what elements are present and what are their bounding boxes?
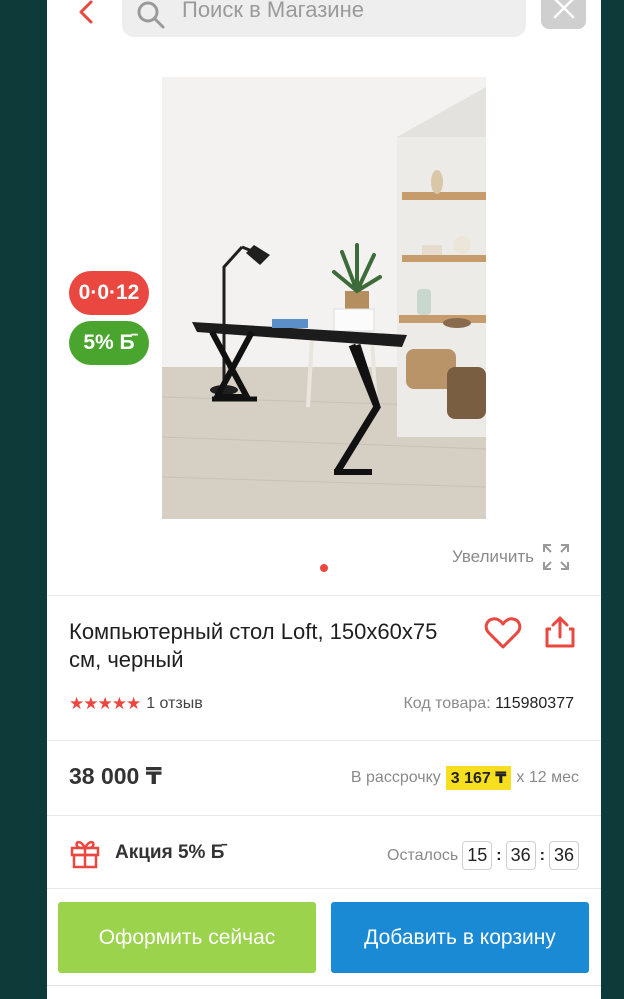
search-input[interactable]: Поиск в Магазине — [122, 0, 526, 37]
timer-hours: 15 — [462, 841, 493, 870]
timer-separator: : — [539, 846, 545, 864]
share-icon — [545, 616, 575, 648]
close-button[interactable] — [541, 0, 586, 29]
share-button[interactable] — [543, 615, 577, 649]
rating-row[interactable]: ★★★★★ 1 отзыв — [69, 694, 203, 714]
search-icon — [137, 1, 165, 29]
product-title: Компьютерный стол Loft, 150x60x75 см, че… — [69, 619, 438, 672]
product-code: Код товара: 115980377 — [403, 695, 574, 713]
chevron-left-icon — [79, 0, 93, 24]
sku-value: 115980377 — [495, 695, 574, 712]
carousel-indicator[interactable] — [320, 564, 328, 572]
reviews-link[interactable]: 1 отзыв — [146, 695, 203, 713]
installment-badge: 0·0·12 — [69, 271, 149, 315]
installment-prefix: В рассрочку — [350, 769, 441, 786]
timer-separator: : — [496, 846, 502, 864]
rating-stars: ★★★★★ — [69, 694, 141, 713]
add-to-cart-button[interactable]: Добавить в корзину — [331, 902, 589, 973]
countdown-timer: Осталось 15 : 36 : 36 — [387, 841, 579, 870]
zoom-label: Увеличить — [452, 547, 534, 566]
divider — [47, 740, 601, 741]
close-icon — [553, 0, 574, 18]
expand-icon — [543, 544, 569, 570]
product-image[interactable] — [162, 77, 486, 519]
bonus-badge: 5% Б̄ — [69, 321, 149, 365]
sku-label: Код товара: — [403, 695, 491, 712]
installment-info[interactable]: В рассрочку 3 167 ₸ x 12 мес — [351, 766, 579, 790]
zoom-button[interactable]: Увеличить — [452, 543, 570, 571]
installment-amount: 3 167 ₸ — [445, 766, 512, 790]
promo-label: Акция 5% Б̄ — [115, 842, 225, 863]
timer-minutes: 36 — [505, 841, 536, 870]
back-button[interactable] — [71, 0, 101, 26]
desk-photo — [162, 77, 486, 519]
timer-seconds: 36 — [548, 841, 579, 870]
heart-icon — [484, 617, 522, 649]
installment-suffix: x 12 мес — [516, 769, 579, 786]
gift-icon — [70, 840, 100, 869]
favorite-button[interactable] — [484, 616, 522, 650]
timer-label: Осталось — [387, 846, 459, 864]
app-screen: Поиск в Магазине 0·0·12 5% Б̄ Увеличить … — [47, 0, 601, 999]
promo-row[interactable]: Акция 5% Б̄ — [69, 837, 224, 869]
divider — [47, 815, 601, 816]
price: 38 000 ₸ — [69, 763, 162, 789]
divider — [47, 888, 601, 889]
search-placeholder: Поиск в Магазине — [182, 0, 364, 22]
top-bar: Поиск в Магазине — [47, 0, 601, 44]
divider — [47, 595, 601, 596]
bottom-nav — [47, 985, 601, 999]
checkout-button[interactable]: Оформить сейчас — [58, 902, 316, 973]
